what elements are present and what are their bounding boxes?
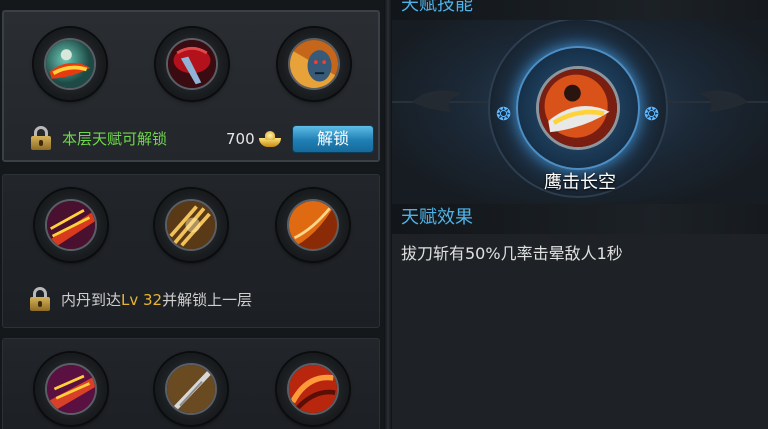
lightning-slash-skill-icon: [47, 201, 95, 249]
rune-right-icon: ❂: [644, 104, 660, 125]
purple-bolt-skill-icon: [47, 365, 95, 413]
selected-skill-stage: ❂ ❂ 鹰击长空: [392, 20, 768, 204]
golden-claw-skill-icon: [167, 201, 215, 249]
talent-detail-panel: 天赋技能 ❂ ❂ 鹰击长空 天赋效果 拔刀斩有50%几率击晕敌人1秒: [392, 0, 768, 429]
unlockable-label: 本层天赋可解锁: [62, 129, 168, 148]
red-vortex-skill-icon: [289, 365, 337, 413]
skills-header: 天赋技能: [392, 0, 768, 20]
selected-skill-icon: [536, 66, 620, 150]
gold-ingot-icon: [258, 131, 281, 147]
tier-1-status: 本层天赋可解锁: [30, 126, 167, 150]
requirement-suffix: 并解锁上一层: [162, 290, 253, 309]
effect-header: 天赋效果: [392, 204, 768, 234]
tier-2-status: 内丹到达Lv 32并解锁上一层: [29, 287, 252, 311]
rune-left-icon: ❂: [496, 104, 512, 125]
panel-divider: [384, 0, 392, 429]
talent-tier-3: [2, 338, 380, 429]
talent-skill-purple-bolt[interactable]: [35, 353, 107, 425]
crimson-blade-skill-icon: [168, 40, 216, 88]
unlock-cost: 700: [226, 130, 281, 148]
talent-skill-red-vortex[interactable]: [277, 353, 349, 425]
talent-skill-silver-spike[interactable]: [155, 353, 227, 425]
talent-skill-eagle-slash[interactable]: [34, 28, 106, 100]
flame-swirl-skill-icon: [289, 201, 337, 249]
lock-icon: [29, 287, 51, 311]
talent-tier-list: 本层天赋可解锁 700 解锁 内丹到达Lv 32并解锁上一层: [0, 0, 384, 429]
unlock-button[interactable]: 解锁: [292, 125, 374, 153]
talent-skill-demon-face[interactable]: [278, 28, 350, 100]
eagle-slash-skill-icon: [539, 69, 617, 147]
silver-spike-skill-icon: [167, 365, 215, 413]
unlock-requirement: 内丹到达Lv 32并解锁上一层: [61, 289, 252, 310]
demon-face-skill-icon: [290, 40, 338, 88]
talent-tier-1: 本层天赋可解锁 700 解锁: [2, 10, 380, 162]
eagle-slash-skill-icon: [46, 40, 94, 88]
talent-tier-2: 内丹到达Lv 32并解锁上一层: [2, 174, 380, 328]
talent-skill-crimson-blade[interactable]: [156, 28, 228, 100]
talent-skill-golden-claw[interactable]: [155, 189, 227, 261]
lock-icon: [30, 126, 52, 150]
unlock-cost-value: 700: [226, 130, 255, 148]
selected-skill-name: 鹰击长空: [544, 172, 616, 193]
effect-description: 拔刀斩有50%几率击晕敌人1秒: [401, 244, 623, 263]
requirement-prefix: 内丹到达: [61, 290, 122, 309]
talent-skill-lightning-slash[interactable]: [35, 189, 107, 261]
requirement-level: Lv 32: [121, 290, 163, 309]
talent-skill-flame-swirl[interactable]: [277, 189, 349, 261]
